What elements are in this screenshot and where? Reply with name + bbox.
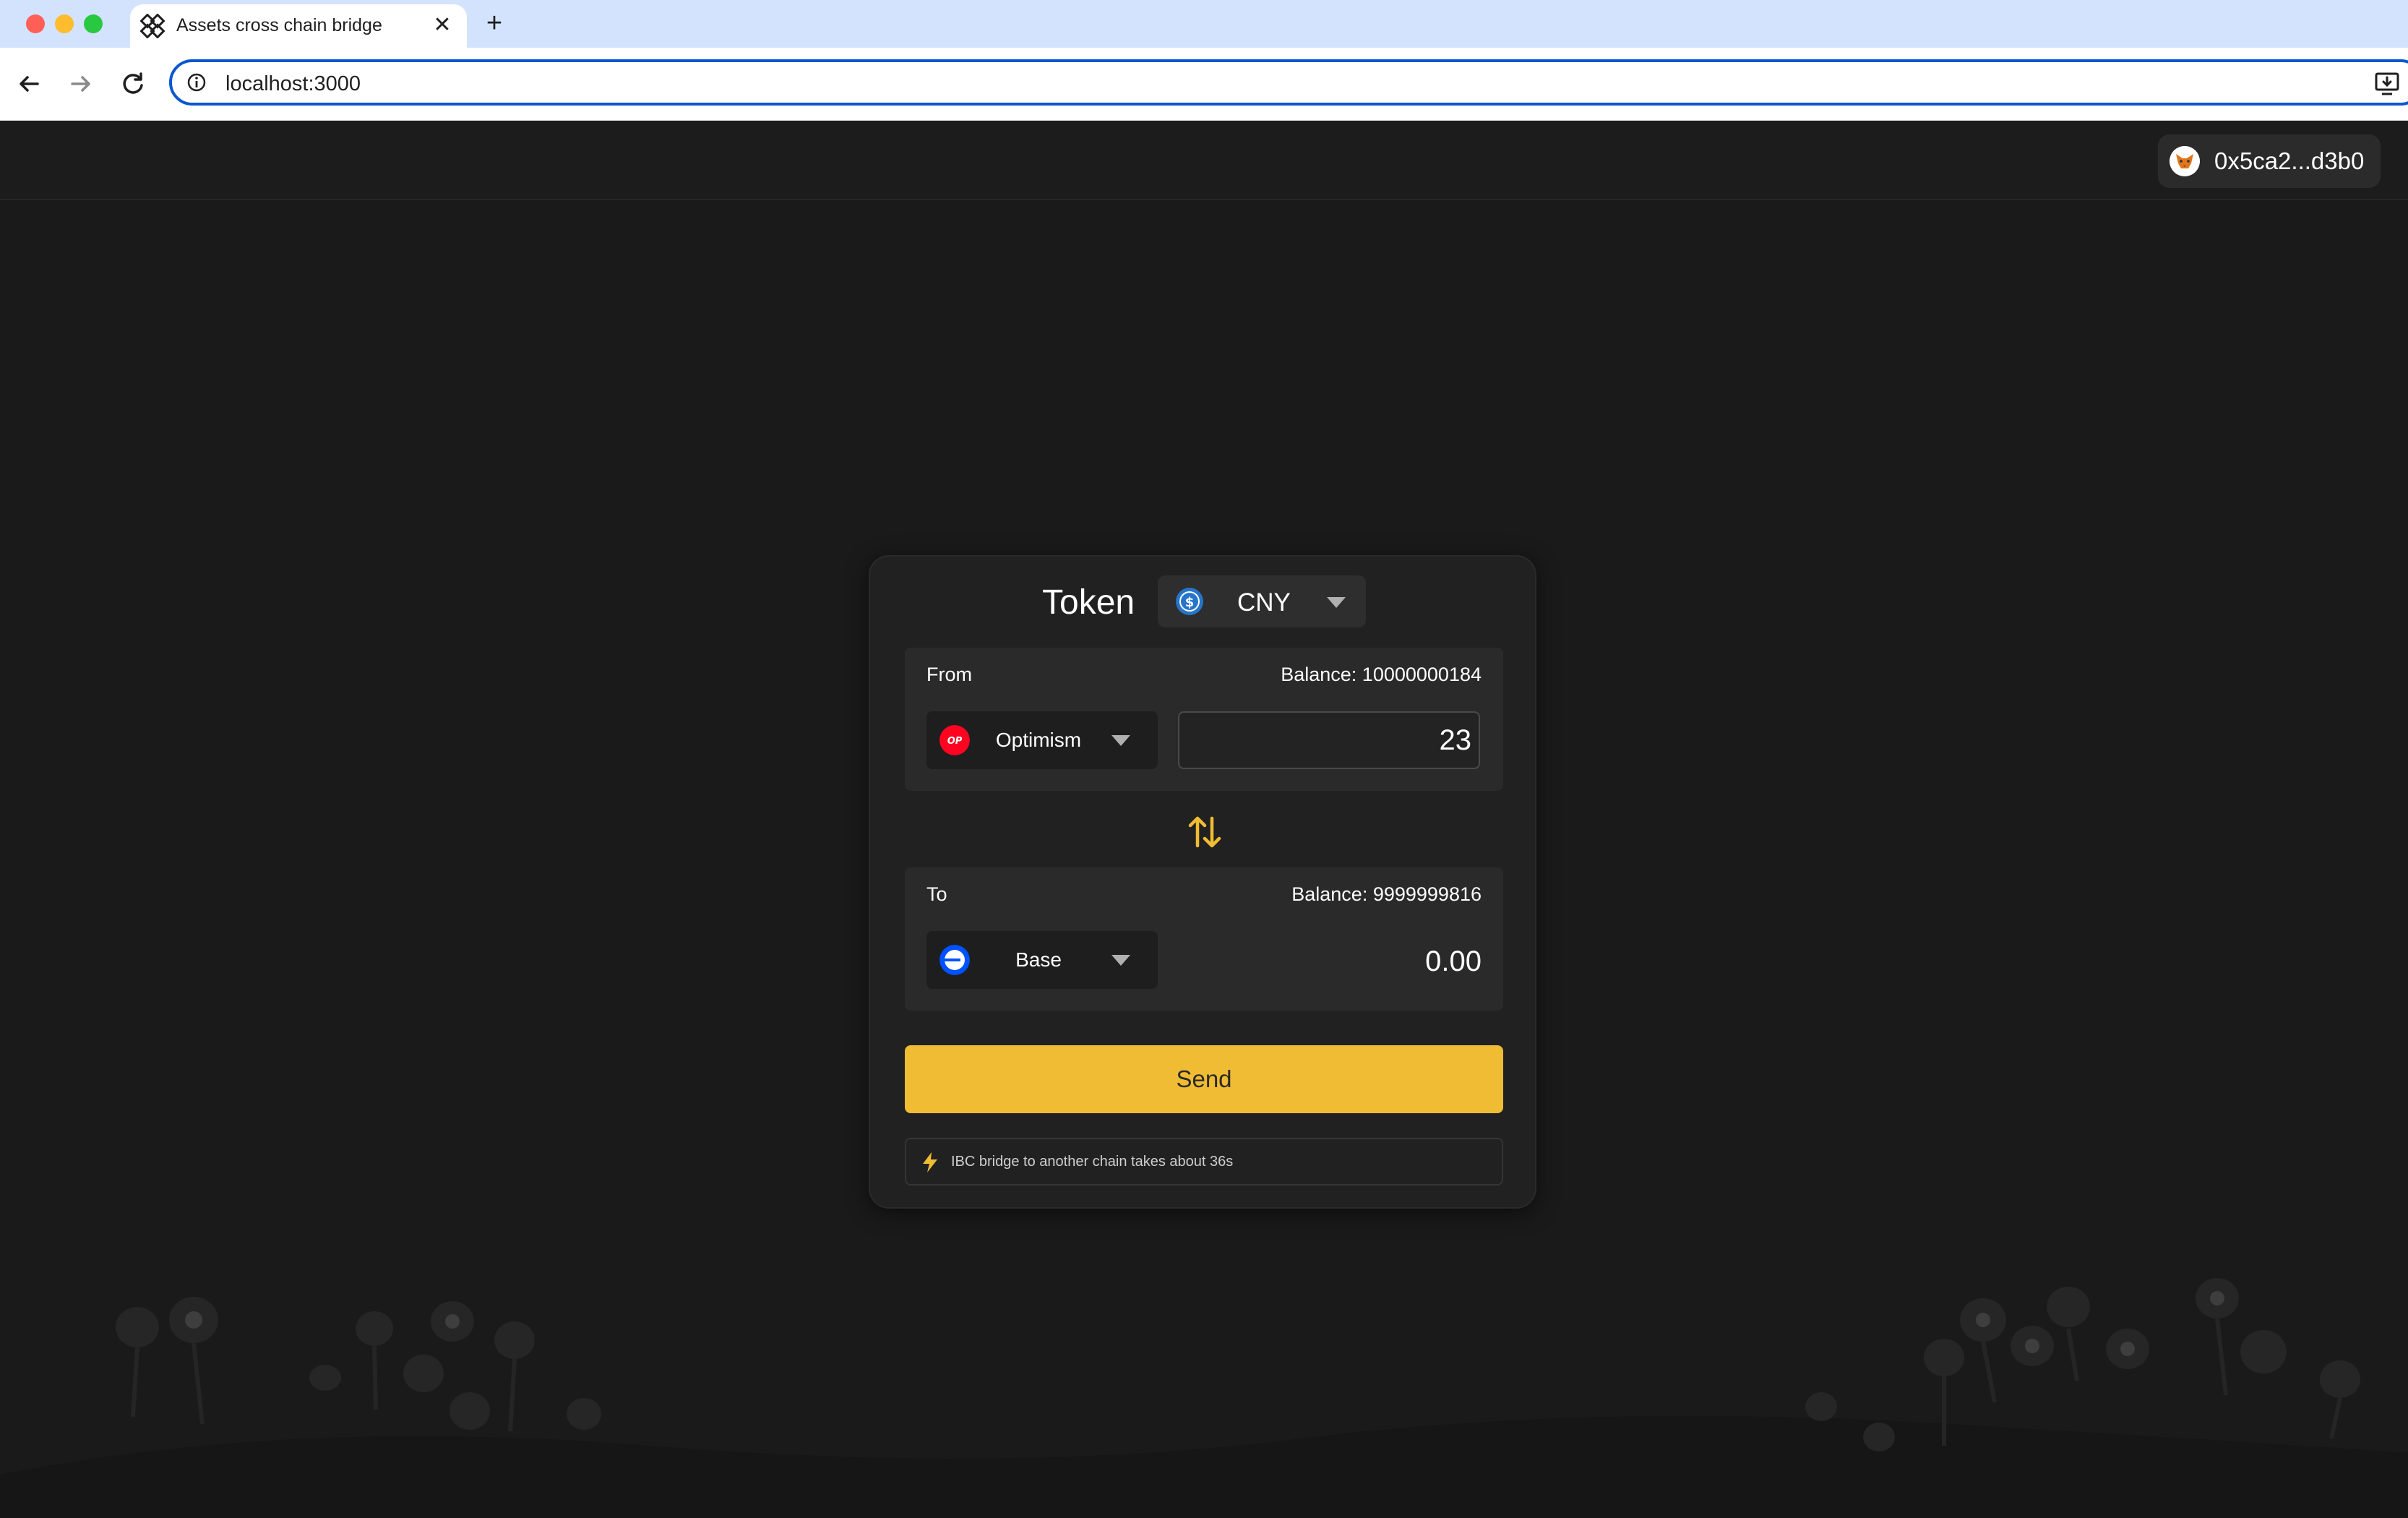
back-arrow-icon[interactable] (14, 69, 43, 98)
address-bar[interactable]: localhost:3000 (169, 59, 2408, 106)
reload-icon[interactable] (119, 69, 147, 98)
browser-tab[interactable]: Assets cross chain bridge ✕ (130, 4, 467, 48)
close-tab-icon[interactable]: ✕ (429, 12, 455, 38)
optimism-icon: OP (939, 725, 970, 755)
to-balance: Balance: 9999999816 (1291, 883, 1482, 905)
minimize-window-button[interactable] (55, 14, 74, 33)
amount-input[interactable] (1178, 711, 1480, 769)
from-panel: From Balance: 10000000184 OP Optimism (905, 648, 1503, 791)
bridge-logo-icon (140, 14, 165, 38)
wallet-address: 0x5ca2...d3b0 (2214, 147, 2365, 174)
base-icon (939, 945, 970, 975)
bridge-notice: IBC bridge to another chain takes about … (905, 1138, 1503, 1185)
svg-text:$: $ (1185, 595, 1195, 610)
chevron-down-icon (1327, 597, 1346, 608)
maximize-window-button[interactable] (84, 14, 103, 33)
install-app-icon[interactable] (2373, 69, 2402, 98)
token-name: CNY (1237, 588, 1291, 617)
swap-direction-icon[interactable] (1187, 812, 1223, 852)
wallet-connect-button[interactable]: 0x5ca2...d3b0 (2158, 134, 2381, 188)
token-select[interactable]: $ CNY (1158, 575, 1366, 627)
browser-tab-bar: Assets cross chain bridge ✕ + (0, 0, 2408, 48)
site-info-icon[interactable] (186, 72, 207, 93)
token-label: Token (1042, 583, 1135, 622)
receive-amount: 0.00 (1425, 945, 1482, 977)
browser-toolbar: localhost:3000 (0, 48, 2408, 121)
app-header (0, 121, 2408, 200)
to-label: To (926, 883, 947, 905)
forward-arrow-icon[interactable] (66, 69, 95, 98)
to-panel: To Balance: 9999999816 Base 0.00 (905, 867, 1503, 1011)
lightning-icon (923, 1152, 937, 1172)
from-chain-select[interactable]: OP Optimism (926, 711, 1158, 769)
usdc-coin-icon: $ (1176, 588, 1203, 615)
from-chain-name: Optimism (995, 729, 1082, 751)
from-label: From (926, 664, 972, 685)
svg-text:OP: OP (947, 736, 963, 747)
new-tab-button[interactable]: + (480, 9, 509, 38)
tab-title: Assets cross chain bridge (176, 15, 382, 35)
from-balance: Balance: 10000000184 (1281, 664, 1482, 685)
chevron-down-icon (1111, 735, 1130, 746)
url-text: localhost:3000 (225, 72, 361, 95)
notice-text: IBC bridge to another chain takes about … (951, 1154, 1234, 1170)
to-chain-name: Base (1015, 948, 1062, 971)
close-window-button[interactable] (26, 14, 45, 33)
to-chain-select[interactable]: Base (926, 931, 1158, 989)
bridge-card: Token $ CNY From Balance: 10000000184 OP… (869, 555, 1536, 1209)
decorative-flowers-illustration (0, 1278, 2408, 1518)
metamask-fox-icon (2170, 146, 2200, 176)
chevron-down-icon (1111, 955, 1130, 966)
send-button[interactable]: Send (905, 1045, 1503, 1113)
